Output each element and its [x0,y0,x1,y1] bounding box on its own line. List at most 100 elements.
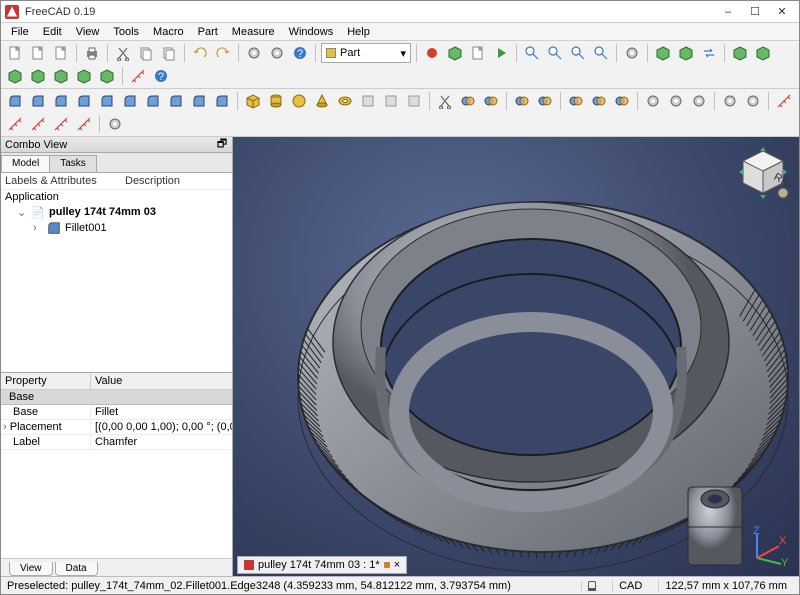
tab-model[interactable]: Model [1,155,50,172]
datum-button[interactable] [720,91,740,111]
copy-button[interactable] [136,43,156,63]
arrow-swap-button[interactable] [699,43,719,63]
expand-icon[interactable]: ⌄ [17,206,27,219]
workbench-selector[interactable]: Part▾ [321,43,411,63]
link-button[interactable] [267,43,287,63]
tree-item-fillet[interactable]: › Fillet001 [1,220,232,236]
boolean-union-button[interactable] [458,91,478,111]
revolve-button[interactable] [28,91,48,111]
play-macro-button[interactable] [491,43,511,63]
maximize-button[interactable]: ☐ [742,3,768,21]
meas4-button[interactable] [51,114,71,134]
iso-view-button[interactable] [730,43,750,63]
menu-help[interactable]: Help [341,25,376,39]
appearance-button[interactable] [666,91,686,111]
property-row[interactable]: Placement[(0,00 0,00 1,00); 0,00 °; (0,0… [1,420,232,435]
stop-macro-button[interactable] [445,43,465,63]
chamfer-tool-button[interactable] [97,91,117,111]
zoom-select-button[interactable] [591,43,611,63]
arrow-right-button[interactable] [676,43,696,63]
close-button[interactable]: ✕ [769,3,795,21]
document-tab-close-icon[interactable]: × [394,559,400,571]
settings-button[interactable] [105,114,125,134]
property-row[interactable]: BaseFillet [1,405,232,420]
cylinder-prim-button[interactable] [266,91,286,111]
arrow-left-button[interactable] [653,43,673,63]
property-value[interactable]: Fillet [91,405,232,419]
menu-windows[interactable]: Windows [283,25,340,39]
minimize-button[interactable]: – [715,3,741,21]
cube-prim-button[interactable] [243,91,263,111]
model-tree[interactable]: Labels & Attributes Description Applicat… [1,173,232,373]
property-grid[interactable]: Property Value Base BaseFilletPlacement[… [1,373,232,558]
macros-button[interactable] [468,43,488,63]
zoom-out-button[interactable] [568,43,588,63]
meas2-button[interactable] [5,114,25,134]
save-file-button[interactable] [51,43,71,63]
tab-view[interactable]: View [9,562,53,576]
left-view-button[interactable] [97,66,117,86]
tube-prim-button[interactable] [358,91,378,111]
new-file-button[interactable] [5,43,25,63]
cone-prim-button[interactable] [312,91,332,111]
torus-prim-button[interactable] [335,91,355,111]
compound-button[interactable] [566,91,586,111]
rear-view-button[interactable] [51,66,71,86]
expand-icon[interactable]: › [33,222,43,234]
menu-macro[interactable]: Macro [147,25,190,39]
part-builder-button[interactable] [612,91,632,111]
cut-button[interactable] [113,43,133,63]
tree-document[interactable]: ⌄ 📄 pulley 174t 74mm 03 [1,204,232,220]
print-button[interactable] [82,43,102,63]
fillet-tool-button[interactable] [74,91,94,111]
record-macro-button[interactable] [422,43,442,63]
paste-button[interactable] [159,43,179,63]
sphere-prim-button[interactable] [289,91,309,111]
redo-button[interactable] [213,43,233,63]
meas1-button[interactable] [774,91,794,111]
property-value[interactable]: Chamfer [91,435,232,449]
document-tab[interactable]: pulley 174t 74mm 03 : 1* × [237,556,407,574]
property-value[interactable]: [(0,00 0,00 1,00); 0,00 °; (0,00 mm 0,00… [91,420,232,434]
status-navstyle[interactable]: CAD [612,580,648,592]
ruled-button[interactable] [120,91,140,111]
front-view-button[interactable] [753,43,773,63]
zoom-in-button[interactable] [545,43,565,63]
menu-file[interactable]: File [5,25,35,39]
sweep-button[interactable] [166,91,186,111]
menu-part[interactable]: Part [192,25,224,39]
meas5-button[interactable] [74,114,94,134]
check-geom-button[interactable] [643,91,663,111]
cross-button[interactable] [535,91,555,111]
extrude-button[interactable] [5,91,25,111]
mirror-button[interactable] [51,91,71,111]
status-lock[interactable] [581,581,602,591]
menu-tools[interactable]: Tools [107,25,145,39]
navigation-cube[interactable]: RIGHT [735,145,791,201]
prism-prim-button[interactable] [381,91,401,111]
offset-button[interactable] [189,91,209,111]
boolean-cut-button[interactable] [435,91,455,111]
top-view-button[interactable] [5,66,25,86]
tree-root[interactable]: Application [1,190,232,204]
refresh-button[interactable] [244,43,264,63]
tab-tasks[interactable]: Tasks [49,155,97,172]
menu-edit[interactable]: Edit [37,25,68,39]
bottom-view-button[interactable] [74,66,94,86]
color-per-face-button[interactable] [689,91,709,111]
undo-button[interactable] [190,43,210,63]
boolean-common-button[interactable] [481,91,501,111]
measure-dist-button[interactable] [128,66,148,86]
thickness-button[interactable] [212,91,232,111]
meas3-button[interactable] [28,114,48,134]
section-button[interactable] [512,91,532,111]
wedge-prim-button[interactable] [404,91,424,111]
help-button[interactable]: ? [151,66,171,86]
right-view-button[interactable] [28,66,48,86]
menu-view[interactable]: View [70,25,106,39]
menu-measure[interactable]: Measure [226,25,281,39]
zoom-fit-button[interactable] [522,43,542,63]
what-button[interactable]: ? [290,43,310,63]
property-row[interactable]: LabelChamfer [1,435,232,450]
axis-tool-button[interactable] [743,91,763,111]
